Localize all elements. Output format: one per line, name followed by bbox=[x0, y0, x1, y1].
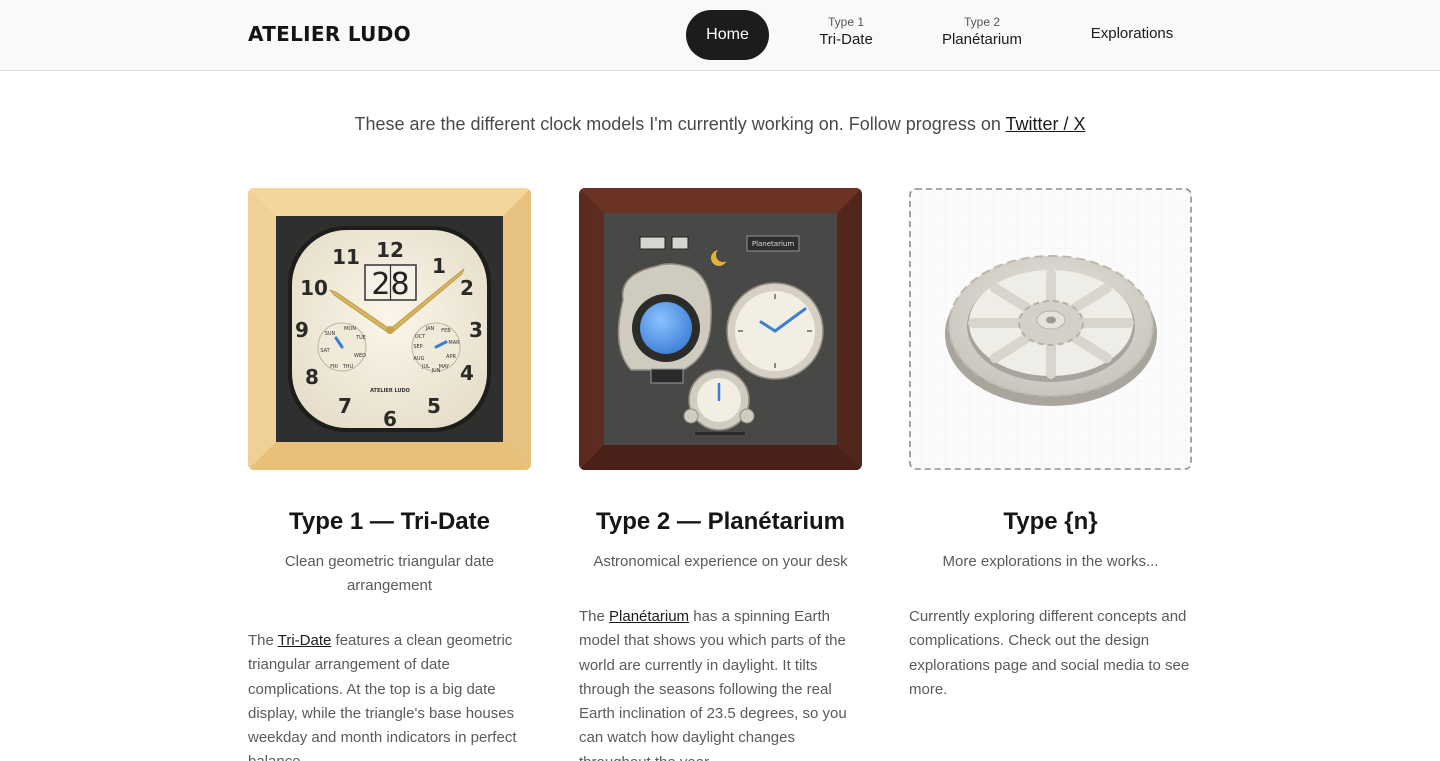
month-label: MAY bbox=[439, 364, 450, 370]
numeral-5: 5 bbox=[427, 394, 441, 418]
tri-date-body-post: features a clean geometric triangular ar… bbox=[248, 632, 517, 761]
tri-date-body-pre: The bbox=[248, 632, 278, 649]
gear-render-image[interactable] bbox=[909, 188, 1192, 470]
planetarium-body-post: has a spinning Earth model that shows yo… bbox=[579, 608, 847, 761]
weekday-label: TUE bbox=[355, 335, 366, 341]
numeral-6: 6 bbox=[383, 407, 397, 431]
planetarium-subtitle: Astronomical experience on your desk bbox=[593, 553, 848, 570]
planetarium-title: Type 2 — Planétarium bbox=[596, 508, 845, 535]
nav-type1-sub: Type 1 bbox=[827, 15, 865, 29]
brand-logo[interactable]: ATELIER LUDO bbox=[248, 22, 411, 46]
numeral-3: 3 bbox=[469, 318, 483, 342]
numeral-1: 1 bbox=[432, 254, 446, 278]
intro-text: These are the different clock models I'm… bbox=[0, 114, 1440, 135]
numeral-12: 12 bbox=[376, 238, 404, 262]
tri-date-clock-image[interactable]: 12 1 2 3 4 5 6 7 8 9 10 11 28 MON TUE WE bbox=[248, 188, 531, 470]
planetarium-body-pre: The bbox=[579, 608, 610, 625]
tri-date-description: The Tri-Date features a clean geometric … bbox=[248, 629, 538, 761]
type-n-description: Currently exploring different concepts a… bbox=[909, 608, 1190, 698]
weekday-label: THU bbox=[342, 364, 354, 370]
month-label: OCT bbox=[415, 334, 426, 340]
nav-type2-link[interactable]: Type 2 Planétarium bbox=[936, 16, 1028, 47]
nav-type2-sub: Type 2 bbox=[963, 15, 1001, 29]
card-planetarium: Planetarium Type 2 — Planétarium Astrono… bbox=[579, 188, 862, 761]
weekday-label: SUN bbox=[325, 331, 336, 337]
type-n-title: Type {n} bbox=[1003, 508, 1098, 535]
maker-mark: ATELIER LUDO bbox=[370, 388, 410, 394]
month-label: APR bbox=[446, 354, 456, 360]
month-label: MAR bbox=[448, 340, 460, 346]
weekday-label: MON bbox=[344, 326, 356, 332]
planetarium-link[interactable]: Planétarium bbox=[609, 608, 689, 625]
twitter-link[interactable]: Twitter / X bbox=[1006, 114, 1086, 134]
site-header: ATELIER LUDO Home Type 1 Tri-Date Type 2… bbox=[0, 0, 1440, 71]
gear-icon bbox=[945, 255, 1157, 406]
month-label: JAN bbox=[425, 326, 435, 332]
card-type-n: Type {n} More explorations in the works.… bbox=[909, 188, 1192, 698]
weekday-label: WED bbox=[354, 353, 366, 359]
tri-date-title: Type 1 — Tri-Date bbox=[289, 508, 490, 535]
tri-date-link[interactable]: Tri-Date bbox=[278, 632, 332, 649]
numeral-11: 11 bbox=[332, 245, 360, 269]
weekday-label: SAT bbox=[320, 348, 330, 354]
nav-home-button[interactable]: Home bbox=[686, 10, 769, 60]
planetarium-plaque: Planetarium bbox=[752, 240, 794, 248]
numeral-9: 9 bbox=[295, 318, 309, 342]
nav-type1-label: Tri-Date bbox=[819, 31, 873, 48]
numeral-7: 7 bbox=[338, 394, 352, 418]
nav-type2-label: Planétarium bbox=[941, 31, 1023, 48]
numeral-8: 8 bbox=[305, 365, 319, 389]
month-label: JUN bbox=[431, 368, 441, 374]
numeral-4: 4 bbox=[460, 361, 474, 385]
numeral-10: 10 bbox=[300, 276, 328, 300]
nav-explorations-link[interactable]: Explorations bbox=[1082, 25, 1182, 42]
month-label: FEB bbox=[441, 328, 451, 334]
tri-date-subtitle: Clean geometric triangular date arrangem… bbox=[284, 553, 495, 594]
month-label: JUL bbox=[421, 364, 430, 370]
month-label: AUG bbox=[414, 356, 425, 362]
numeral-2: 2 bbox=[460, 276, 474, 300]
planetarium-description: The Planétarium has a spinning Earth mod… bbox=[579, 605, 869, 761]
weekday-label: FRI bbox=[330, 364, 338, 370]
type-n-subtitle: More explorations in the works... bbox=[942, 553, 1159, 570]
card-tri-date: 12 1 2 3 4 5 6 7 8 9 10 11 28 MON TUE WE bbox=[248, 188, 531, 761]
planetarium-clock-image[interactable]: Planetarium bbox=[579, 188, 862, 470]
intro-copy: These are the different clock models I'm… bbox=[354, 114, 1006, 134]
nav-type1-link[interactable]: Type 1 Tri-Date bbox=[812, 16, 880, 47]
month-label: SEP bbox=[413, 344, 422, 350]
big-date-display: 28 bbox=[371, 267, 409, 302]
